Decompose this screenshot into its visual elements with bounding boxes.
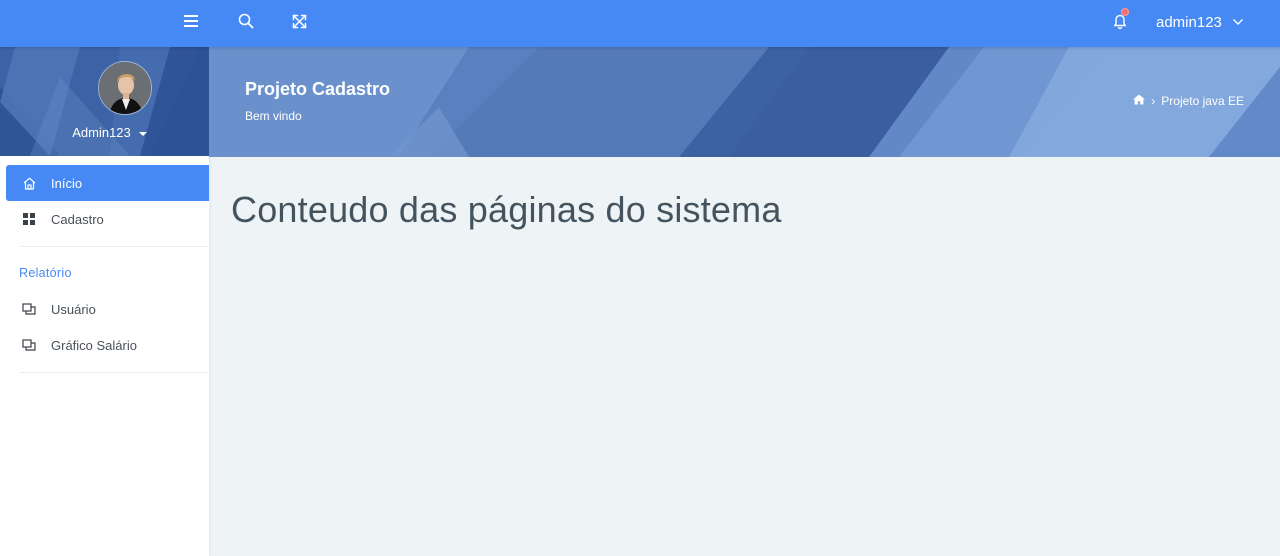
page-subtitle: Bem vindo (245, 109, 302, 123)
search-button[interactable] (230, 0, 262, 42)
page-title: Projeto Cadastro (245, 79, 391, 99)
caret-down-icon (138, 131, 147, 136)
sidebar-item-grafico-salario[interactable]: Gráfico Salário (0, 327, 209, 363)
sidebar-item-label: Usuário (51, 301, 96, 317)
home-icon (22, 176, 36, 190)
home-icon[interactable] (1133, 94, 1146, 108)
grid-icon (22, 212, 36, 226)
sidebar-item-usuario[interactable]: Usuário (0, 291, 209, 327)
notifications-button[interactable] (1104, 0, 1136, 42)
breadcrumb-separator-icon: › (1151, 94, 1156, 108)
sidebar: Admin123 Início Cadastro Relatório Usuár… (0, 47, 209, 556)
windows-icon (22, 302, 36, 316)
avatar[interactable] (98, 61, 152, 115)
content-heading: Conteudo das páginas do sistema (231, 189, 782, 230)
sidebar-section-relatorio: Relatório (19, 266, 72, 280)
profile-header: Admin123 (0, 47, 209, 156)
sidebar-item-label: Início (51, 175, 83, 191)
sidebar-item-cadastro[interactable]: Cadastro (0, 201, 209, 237)
profile-name-dropdown[interactable]: Admin123 (0, 125, 209, 140)
banner-background (209, 47, 1280, 157)
menu-toggle-button[interactable] (175, 0, 207, 42)
sidebar-menu: Início Cadastro Relatório Usuário Gráfic… (0, 165, 209, 381)
divider (20, 372, 209, 373)
profile-name: Admin123 (72, 125, 131, 140)
divider (20, 246, 209, 247)
breadcrumb: › Projeto java EE (1133, 94, 1244, 108)
sidebar-item-label: Cadastro (51, 211, 104, 227)
windows-icon (22, 338, 36, 352)
fullscreen-icon (292, 14, 307, 29)
menu-icon (184, 15, 198, 27)
user-name: admin123 (1156, 13, 1222, 31)
sidebar-item-inicio[interactable]: Início (6, 165, 209, 201)
top-navbar: admin123 (0, 0, 1280, 47)
breadcrumb-link[interactable]: Projeto java EE (1161, 94, 1244, 108)
fullscreen-button[interactable] (283, 0, 315, 42)
sidebar-item-label: Gráfico Salário (51, 337, 137, 353)
chevron-down-icon (1232, 18, 1244, 26)
page-header-banner: Projeto Cadastro Bem vindo › Projeto jav… (209, 47, 1280, 157)
search-icon (238, 13, 254, 29)
notification-badge (1121, 8, 1129, 16)
user-menu[interactable]: admin123 (1156, 0, 1244, 44)
